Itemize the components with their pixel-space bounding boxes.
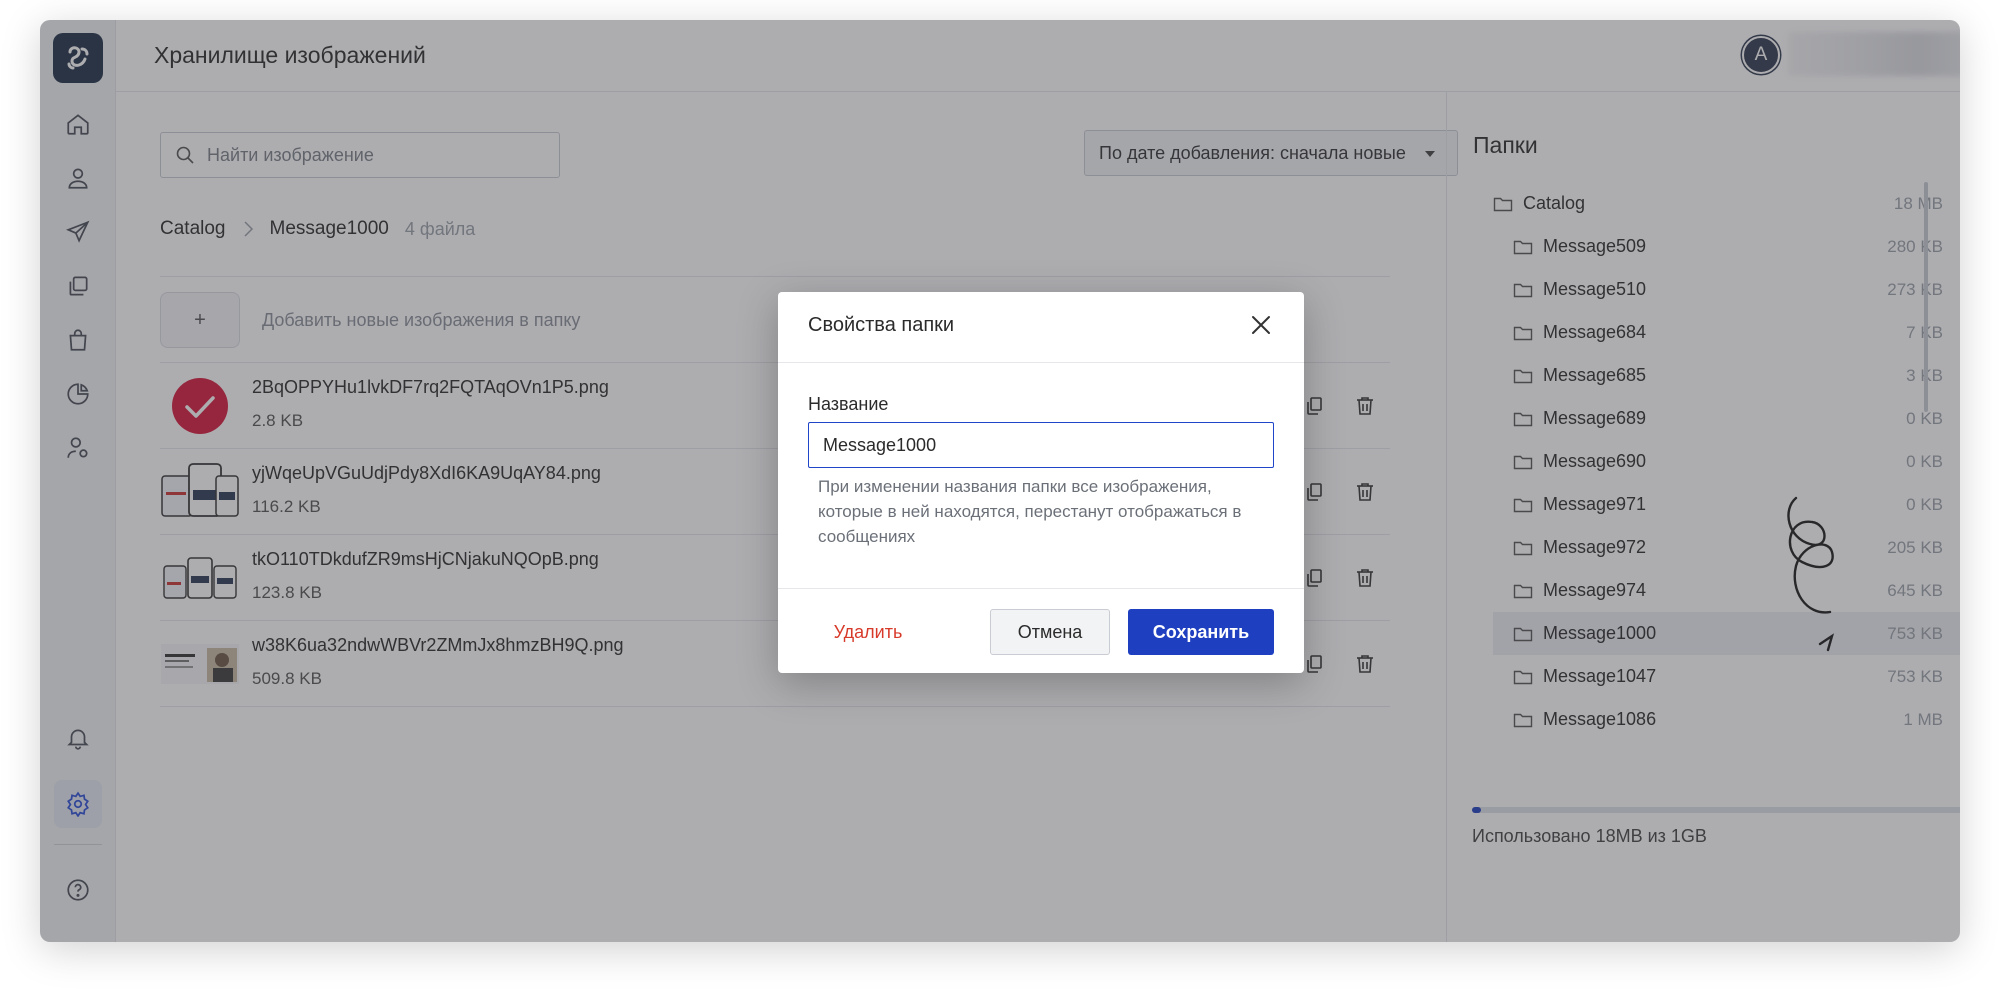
save-button[interactable]: Сохранить <box>1128 609 1274 655</box>
name-field-label: Название <box>808 394 889 414</box>
dialog-divider <box>778 588 1304 589</box>
dialog-divider <box>778 362 1304 363</box>
close-button[interactable] <box>1248 312 1274 338</box>
cancel-button[interactable]: Отмена <box>990 609 1110 655</box>
close-icon <box>1252 316 1270 334</box>
delete-folder-button[interactable]: Удалить <box>808 610 928 654</box>
app-window: Хранилище изображений A По дате добавлен… <box>40 20 1960 942</box>
dialog-title: Свойства папки <box>808 314 955 336</box>
rename-warning: При изменении названия папки все изображ… <box>818 477 1242 546</box>
folder-name-input[interactable] <box>808 422 1274 468</box>
folder-properties-dialog: Свойства папки Название При изменении на… <box>778 292 1304 673</box>
